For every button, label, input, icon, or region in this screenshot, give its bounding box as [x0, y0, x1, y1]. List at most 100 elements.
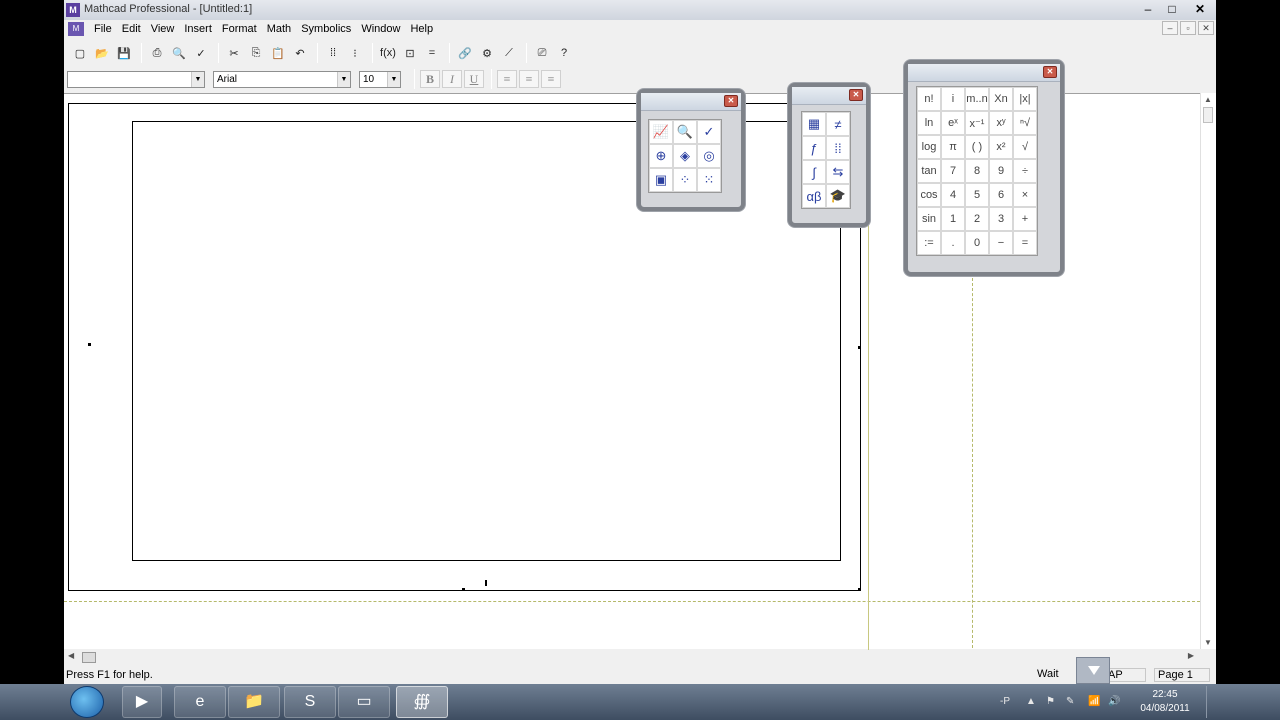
calc-key[interactable]: ln: [917, 111, 941, 135]
menu-symbolics[interactable]: Symbolics: [299, 23, 359, 35]
font-size-select[interactable]: 10 ▼: [359, 70, 401, 88]
chevron-down-icon[interactable]: ▼: [191, 71, 204, 87]
document-icon[interactable]: M: [68, 22, 84, 36]
print-icon[interactable]: ⎙: [147, 43, 167, 63]
doc-restore-button[interactable]: ▫: [1180, 21, 1196, 35]
x-y-plot-icon[interactable]: 📈: [649, 120, 673, 144]
save-icon[interactable]: 💾: [114, 43, 134, 63]
calc-key[interactable]: ÷: [1013, 159, 1037, 183]
calc-key[interactable]: xʸ: [989, 111, 1013, 135]
align-down-icon[interactable]: ⁝: [345, 43, 365, 63]
insert-unit-icon[interactable]: ⊡: [400, 43, 420, 63]
media-player-icon[interactable]: ▶: [122, 686, 162, 718]
contour-plot-icon[interactable]: ◎: [697, 144, 721, 168]
horizontal-scrollbar[interactable]: ◀ ▶: [64, 650, 1200, 665]
calc-key[interactable]: ( ): [965, 135, 989, 159]
clock[interactable]: 22:45 04/08/2011: [1130, 688, 1200, 716]
chevron-down-icon[interactable]: ▼: [387, 71, 400, 87]
calc-key[interactable]: tan: [917, 159, 941, 183]
style-select[interactable]: ▼: [67, 70, 205, 88]
ie-icon[interactable]: e: [174, 686, 226, 718]
calc-key[interactable]: x⁻¹: [965, 111, 989, 135]
close-icon[interactable]: ✕: [724, 95, 738, 107]
calc-key[interactable]: i: [941, 87, 965, 111]
align-left-button[interactable]: ≡: [497, 70, 517, 88]
menu-view[interactable]: View: [149, 23, 183, 35]
calc-key[interactable]: .: [941, 231, 965, 255]
menu-format[interactable]: Format: [220, 23, 265, 35]
language-indicator[interactable]: -P: [1000, 696, 1010, 707]
menu-edit[interactable]: Edit: [120, 23, 149, 35]
vector-field-plot-icon[interactable]: ⁙: [697, 168, 721, 192]
calc-key[interactable]: 2: [965, 207, 989, 231]
calculator-palette-icon[interactable]: ▦: [802, 112, 826, 136]
menu-math[interactable]: Math: [265, 23, 299, 35]
insert-hyperlink-icon[interactable]: 🔗: [455, 43, 475, 63]
symbolic-palette-icon[interactable]: 🎓: [826, 184, 850, 208]
matrix-palette-icon[interactable]: ⁞⁞: [826, 136, 850, 160]
greek-palette-icon[interactable]: αβ: [802, 184, 826, 208]
calc-key[interactable]: Xn: [989, 87, 1013, 111]
component-wizard-icon[interactable]: ⚙: [477, 43, 497, 63]
underline-button[interactable]: U: [464, 70, 484, 88]
chevron-down-icon[interactable]: ▼: [337, 71, 350, 87]
calc-key[interactable]: cos: [917, 183, 941, 207]
resize-handle[interactable]: [462, 588, 465, 591]
skype-icon[interactable]: S: [284, 686, 336, 718]
scroll-left-icon[interactable]: ◀: [68, 651, 74, 660]
align-right-button[interactable]: ≡: [541, 70, 561, 88]
calc-key[interactable]: +: [1013, 207, 1037, 231]
resize-handle[interactable]: [858, 346, 861, 349]
calc-key[interactable]: =: [1013, 231, 1037, 255]
calc-key[interactable]: x²: [989, 135, 1013, 159]
volume-icon[interactable]: 🔊: [1108, 696, 1120, 707]
calc-key[interactable]: π: [941, 135, 965, 159]
start-button[interactable]: [70, 686, 104, 718]
menu-help[interactable]: Help: [408, 23, 441, 35]
paste-icon[interactable]: 📋: [268, 43, 288, 63]
scroll-thumb[interactable]: [82, 652, 96, 663]
resize-handle[interactable]: [88, 343, 91, 346]
calc-key[interactable]: 5: [965, 183, 989, 207]
italic-button[interactable]: I: [442, 70, 462, 88]
calculus-palette-icon[interactable]: ∫: [802, 160, 826, 184]
3d-bar-plot-icon[interactable]: ▣: [649, 168, 673, 192]
calc-key[interactable]: n!: [917, 87, 941, 111]
show-desktop-button[interactable]: [1206, 686, 1214, 718]
align-center-button[interactable]: ≡: [519, 70, 539, 88]
calc-key[interactable]: −: [989, 231, 1013, 255]
minimize-button[interactable]: –: [1136, 0, 1160, 18]
close-icon[interactable]: ✕: [1043, 66, 1057, 78]
help-icon[interactable]: ?: [554, 43, 574, 63]
calc-key[interactable]: ×: [1013, 183, 1037, 207]
run-mathconnex-icon[interactable]: ⟋: [499, 43, 519, 63]
cut-icon[interactable]: ✂: [224, 43, 244, 63]
calc-key[interactable]: 9: [989, 159, 1013, 183]
graph-palette-icon[interactable]: ƒ: [802, 136, 826, 160]
mathcad-icon[interactable]: ∰: [396, 686, 448, 718]
font-select[interactable]: Arial ▼: [213, 70, 351, 88]
spell-check-icon[interactable]: ✓: [191, 43, 211, 63]
calc-key[interactable]: 8: [965, 159, 989, 183]
calculate-icon[interactable]: =: [422, 43, 442, 63]
calc-key[interactable]: |x|: [1013, 87, 1037, 111]
maximize-button[interactable]: □: [1160, 0, 1184, 18]
calc-key[interactable]: sin: [917, 207, 941, 231]
explorer-icon[interactable]: 📁: [228, 686, 280, 718]
calc-key[interactable]: √: [1013, 135, 1037, 159]
bold-button[interactable]: B: [420, 70, 440, 88]
calc-key[interactable]: 4: [941, 183, 965, 207]
close-button[interactable]: ✕: [1184, 0, 1216, 18]
undo-icon[interactable]: ↶: [290, 43, 310, 63]
menu-file[interactable]: File: [92, 23, 120, 35]
palette-titlebar[interactable]: [908, 64, 1060, 82]
calc-key[interactable]: 7: [941, 159, 965, 183]
scatter-plot-icon[interactable]: ⁘: [673, 168, 697, 192]
calc-key[interactable]: 3: [989, 207, 1013, 231]
vertical-scrollbar[interactable]: ▲ ▼: [1200, 93, 1216, 649]
window-icon[interactable]: ▭: [338, 686, 390, 718]
calc-key[interactable]: 0: [965, 231, 989, 255]
scroll-up-icon[interactable]: ▲: [1204, 95, 1212, 104]
title-bar[interactable]: M Mathcad Professional - [Untitled:1] – …: [64, 0, 1216, 20]
evaluation-palette-icon[interactable]: ≠: [826, 112, 850, 136]
